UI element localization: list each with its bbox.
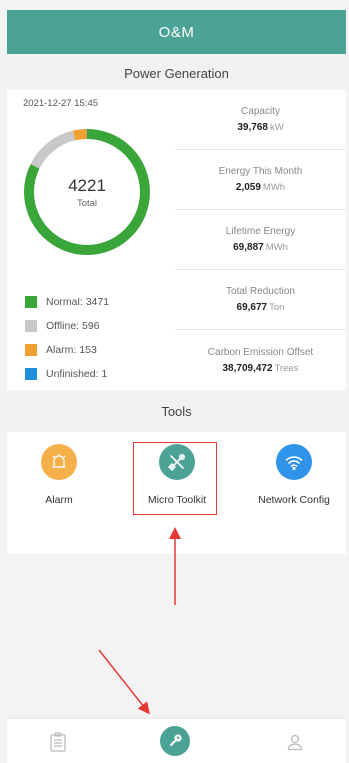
legend-value: 596 bbox=[82, 320, 100, 332]
nav-tools[interactable] bbox=[160, 726, 190, 756]
report-clipboard-icon bbox=[50, 732, 66, 752]
legend-swatch-offline bbox=[25, 320, 37, 332]
stat-label: Energy This Month bbox=[218, 166, 303, 177]
stat-total-reduction: Total Reduction 69,677 Ton bbox=[175, 270, 346, 330]
stat-value: 39,768 kW bbox=[237, 122, 283, 133]
legend-swatch-unfinished bbox=[25, 368, 37, 380]
legend-label: Alarm: bbox=[46, 344, 77, 356]
stat-label: Lifetime Energy bbox=[225, 226, 296, 237]
app-title: O&M bbox=[158, 23, 195, 41]
legend-value: 3471 bbox=[85, 296, 110, 308]
stat-unit: Trees bbox=[274, 362, 299, 374]
tool-network-config[interactable]: Network Config bbox=[239, 444, 349, 506]
stat-label: Capacity bbox=[241, 106, 280, 117]
stat-number: 39,768 bbox=[237, 122, 268, 133]
arrow-to-tools-tab bbox=[98, 649, 150, 715]
legend-alarm: Alarm: 153 bbox=[25, 338, 109, 362]
stat-label: Carbon Emission Offset bbox=[207, 346, 314, 358]
stat-number: 69,887 bbox=[233, 242, 264, 253]
tools-header: Tools bbox=[7, 392, 346, 430]
legend-normal: Normal: 3471 bbox=[25, 290, 109, 314]
alarm-bell-icon bbox=[41, 444, 77, 480]
power-generation-header: Power Generation bbox=[7, 58, 346, 88]
tools-title: Tools bbox=[161, 403, 192, 419]
generation-stats: Capacity 39,768 kW Energy This Month 2,05… bbox=[175, 90, 346, 390]
donut-center: 4221 Total bbox=[21, 126, 153, 258]
update-datetime: 2021-12-27 15:45 bbox=[23, 98, 99, 109]
stat-label: Total Reduction bbox=[226, 286, 295, 297]
stat-unit: Ton bbox=[269, 302, 285, 313]
stat-value: 38,709,472 Trees bbox=[223, 363, 299, 374]
legend-value: 1 bbox=[101, 368, 108, 380]
legend-label: Unfinished: bbox=[46, 368, 99, 380]
legend-label: Normal: bbox=[46, 296, 83, 308]
app-title-bar: O&M bbox=[7, 10, 346, 54]
legend-swatch-normal bbox=[25, 296, 37, 308]
stat-value: 2,059 MWh bbox=[236, 182, 285, 193]
stat-unit: MWh bbox=[262, 182, 286, 193]
status-legend: Normal: 3471 Offline: 596 Alarm: 153 Unf… bbox=[25, 290, 109, 386]
legend-value: 153 bbox=[79, 344, 97, 356]
wrench-icon bbox=[160, 726, 190, 756]
status-donut-chart: 4221 Total bbox=[21, 126, 153, 258]
stat-number: 2,059 bbox=[235, 182, 261, 193]
legend-swatch-alarm bbox=[25, 344, 37, 356]
tool-label: Alarm bbox=[45, 494, 73, 506]
stat-value: 69,887 MWh bbox=[233, 242, 288, 253]
stat-energy-this-month: Energy This Month 2,059 MWh bbox=[175, 150, 346, 210]
stat-value: 69,677 Ton bbox=[237, 302, 285, 313]
legend-label: Offline: bbox=[46, 320, 80, 332]
wifi-icon bbox=[276, 444, 312, 480]
stat-lifetime-energy: Lifetime Energy 69,887 MWh bbox=[175, 210, 346, 270]
stat-unit: kW bbox=[269, 122, 284, 133]
power-generation-card: 2021-12-27 15:45 4221 Total Normal: 3471… bbox=[7, 90, 346, 390]
stat-carbon-offset: Carbon Emission Offset 38,709,472 Trees bbox=[175, 330, 346, 390]
stat-unit: MWh bbox=[265, 242, 288, 253]
highlight-micro-toolkit bbox=[133, 442, 217, 515]
legend-offline: Offline: 596 bbox=[25, 314, 109, 338]
tool-label: Network Config bbox=[258, 494, 330, 506]
tool-alarm[interactable]: Alarm bbox=[4, 444, 114, 506]
bottom-nav bbox=[7, 718, 346, 763]
nav-profile[interactable] bbox=[280, 727, 310, 757]
legend-unfinished: Unfinished: 1 bbox=[25, 362, 109, 386]
stat-capacity: Capacity 39,768 kW bbox=[175, 90, 346, 150]
donut-total-label: Total bbox=[76, 197, 98, 209]
stat-number: 38,709,472 bbox=[222, 362, 273, 374]
user-icon bbox=[287, 734, 303, 751]
donut-total-value: 4221 bbox=[68, 175, 106, 195]
nav-report[interactable] bbox=[43, 727, 73, 757]
stat-number: 69,677 bbox=[236, 302, 268, 313]
power-generation-title: Power Generation bbox=[124, 65, 229, 81]
